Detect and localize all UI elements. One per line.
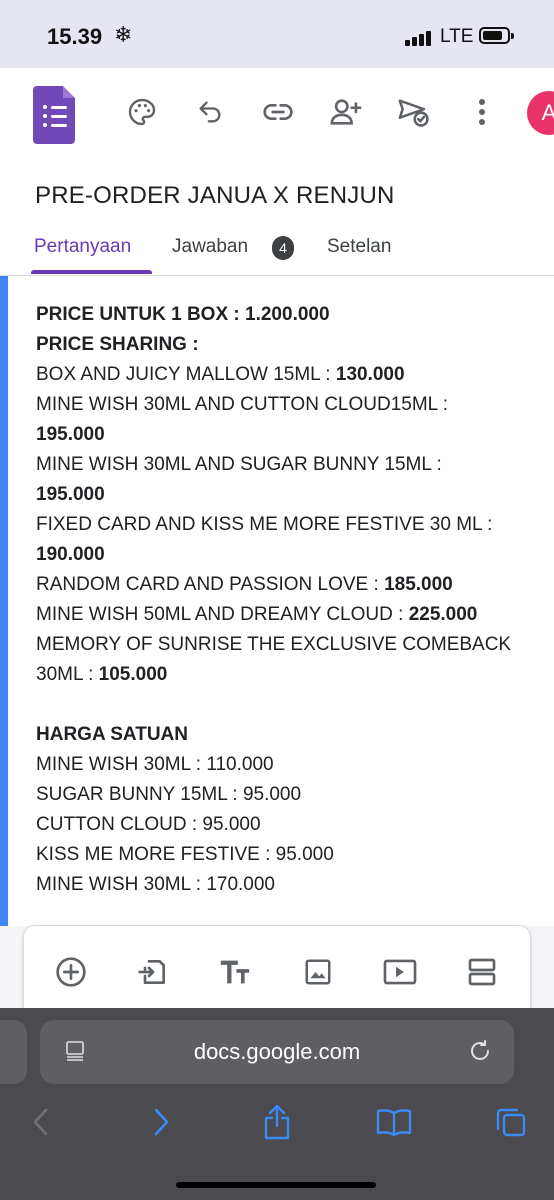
- browser-bottom-bar: docs.google.com: [0, 1008, 554, 1200]
- sharing-item-text: MINE WISH 30ML AND CUTTON CLOUD15ML :: [36, 394, 449, 415]
- sharing-item-text: FIXED CARD AND KISS ME MORE FESTIVE 30 M…: [36, 514, 493, 535]
- import-questions-icon[interactable]: [135, 954, 171, 990]
- google-forms-logo-icon: [33, 86, 75, 144]
- undo-icon[interactable]: [192, 94, 228, 130]
- sharing-item: BOX AND JUICY MALLOW 15ML : 130.000: [36, 360, 536, 390]
- sharing-item-price: 225.000: [408, 604, 478, 625]
- add-title-icon[interactable]: [217, 954, 253, 990]
- tab-questions[interactable]: Pertanyaan: [34, 236, 131, 258]
- unit-price-item: SUGAR BUNNY 15ML : 95.000: [36, 784, 302, 805]
- unit-price-item: KISS ME MORE FESTIVE : 95.000: [36, 844, 334, 865]
- network-type: LTE: [440, 26, 474, 47]
- sharing-item-price: 195.000: [36, 424, 105, 445]
- forms-toolbar: A: [0, 68, 554, 168]
- price-sharing-heading: PRICE SHARING :: [36, 334, 199, 355]
- active-tab-indicator: [31, 270, 152, 274]
- unit-price-heading: HARGA SATUAN: [36, 724, 188, 745]
- url-text[interactable]: docs.google.com: [40, 1039, 514, 1065]
- sharing-item-price: 195.000: [36, 484, 105, 505]
- sharing-item: RANDOM CARD AND PASSION LOVE : 185.000: [36, 570, 536, 600]
- signal-strength-icon: [405, 30, 433, 46]
- tab-settings[interactable]: Setelan: [327, 236, 391, 258]
- palette-icon[interactable]: [124, 94, 160, 130]
- snowflake-icon: ❄: [114, 22, 133, 47]
- previous-tab-preview[interactable]: [0, 1020, 27, 1084]
- form-tabs: Pertanyaan Jawaban 4 Setelan: [0, 222, 554, 276]
- share-icon[interactable]: [257, 1102, 297, 1142]
- home-indicator: [176, 1182, 376, 1188]
- sharing-item-text: RANDOM CARD AND PASSION LOVE :: [36, 574, 385, 595]
- unit-price-item: CUTTON CLOUD : 95.000: [36, 814, 261, 835]
- sharing-item-text: MINE WISH 50ML AND DREAMY CLOUD :: [36, 604, 409, 625]
- sharing-item-text: 30ML :: [36, 664, 99, 685]
- address-bar[interactable]: docs.google.com: [40, 1020, 514, 1084]
- add-video-icon[interactable]: [382, 954, 418, 990]
- responses-count-badge: 4: [272, 236, 294, 260]
- add-image-icon[interactable]: [300, 954, 336, 990]
- tabs-icon[interactable]: [491, 1102, 531, 1142]
- sharing-item-price: 185.000: [384, 574, 453, 595]
- sharing-item-text: BOX AND JUICY MALLOW 15ML :: [36, 364, 336, 385]
- add-collaborator-icon[interactable]: [328, 94, 364, 130]
- battery-icon: [479, 27, 514, 44]
- back-icon[interactable]: [21, 1102, 61, 1142]
- form-editor-area: PRICE UNTUK 1 BOX : 1.200.000 PRICE SHAR…: [0, 276, 554, 1016]
- form-description-card[interactable]: PRICE UNTUK 1 BOX : 1.200.000 PRICE SHAR…: [0, 276, 554, 926]
- sharing-item-text: MEMORY OF SUNRISE THE EXCLUSIVE COMEBACK: [36, 634, 512, 655]
- tab-responses[interactable]: Jawaban: [172, 236, 248, 258]
- status-time: 15.39: [47, 24, 103, 49]
- unit-price-item: MINE WISH 30ML : 110.000: [36, 754, 274, 775]
- more-vert-icon[interactable]: [464, 94, 500, 130]
- bookmarks-icon[interactable]: [374, 1102, 414, 1142]
- forward-icon[interactable]: [141, 1102, 181, 1142]
- add-section-icon[interactable]: [464, 954, 500, 990]
- price-box-line: PRICE UNTUK 1 BOX : 1.200.000: [36, 304, 330, 325]
- status-bar: 15.39 ❄ LTE: [0, 0, 554, 68]
- sharing-item-price: 105.000: [98, 664, 168, 685]
- sharing-item: 30ML : 105.000: [36, 660, 536, 690]
- sharing-item-price: 130.000: [335, 364, 405, 385]
- reload-icon[interactable]: [468, 1039, 492, 1068]
- link-icon[interactable]: [260, 94, 296, 130]
- sharing-item-text: MINE WISH 30ML AND SUGAR BUNNY 15ML :: [36, 454, 442, 475]
- form-title[interactable]: PRE-ORDER JANUA X RENJUN: [35, 182, 395, 210]
- send-icon[interactable]: [396, 94, 432, 130]
- form-description[interactable]: PRICE UNTUK 1 BOX : 1.200.000 PRICE SHAR…: [36, 300, 536, 900]
- sharing-item-price: 190.000: [36, 544, 105, 565]
- account-avatar[interactable]: A: [527, 91, 554, 135]
- unit-price-item: MINE WISH 30ML : 170.000: [36, 874, 276, 895]
- sharing-item: MINE WISH 50ML AND DREAMY CLOUD : 225.00…: [36, 600, 536, 630]
- add-question-icon[interactable]: [53, 954, 89, 990]
